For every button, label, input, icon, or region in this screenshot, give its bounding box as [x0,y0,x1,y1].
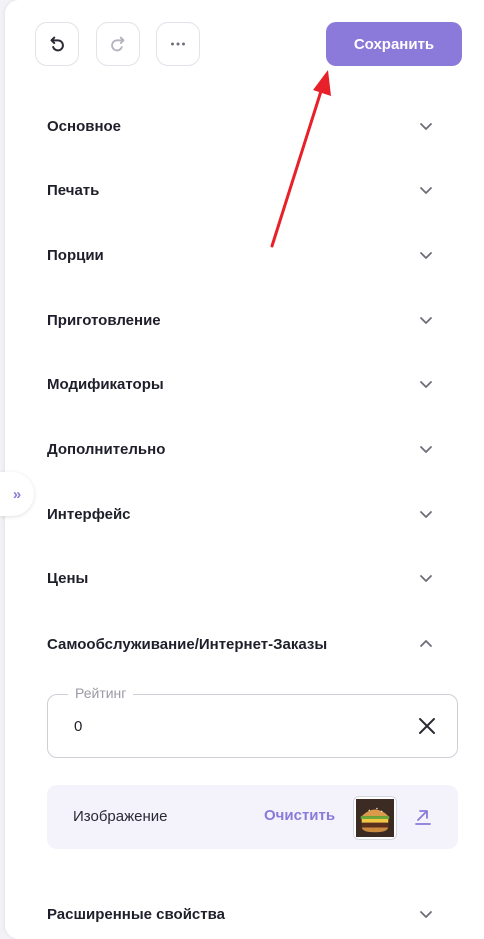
image-row: Изображение Очистить [47,785,458,849]
chevron-down-icon [416,439,436,459]
image-label: Изображение [73,808,168,825]
rating-label: Рейтинг [68,685,134,701]
clear-image-button[interactable]: Очистить [264,807,335,824]
save-button[interactable]: Сохранить [326,22,462,66]
rating-value[interactable]: 0 [74,718,82,735]
more-icon [171,42,185,46]
section-basic[interactable]: Основное [47,94,436,158]
image-thumbnail[interactable] [353,796,397,840]
section-label: Печать [47,181,100,199]
section-label: Цены [47,569,89,587]
section-label: Модификаторы [47,375,164,393]
section-label: Порции [47,246,104,264]
redo-button[interactable] [96,22,140,66]
section-print[interactable]: Печать [47,158,436,222]
section-portions[interactable]: Порции [47,223,436,287]
burger-image-icon [356,799,394,837]
undo-button[interactable] [35,22,79,66]
section-modifiers[interactable]: Модификаторы [47,352,436,416]
section-extended-properties[interactable]: Расширенные свойства [47,882,436,939]
chevron-down-icon [416,180,436,200]
chevron-down-icon [416,904,436,924]
section-label: Основное [47,117,122,135]
more-button[interactable] [156,22,200,66]
undo-icon [50,36,64,52]
section-prices[interactable]: Цены [47,546,436,610]
chevron-down-icon [416,116,436,136]
properties-panel: Сохранить Основное Печать Порции Пригото… [5,0,484,939]
section-interface[interactable]: Интерфейс [47,482,436,546]
section-additional[interactable]: Дополнительно [47,417,436,481]
chevron-down-icon [416,245,436,265]
section-label: Самообслуживание/Интернет-Заказы [47,635,328,653]
section-label: Дополнительно [47,440,166,458]
chevron-down-icon [416,568,436,588]
redo-icon [111,36,125,52]
close-icon[interactable] [417,716,437,736]
section-label: Расширенные свойства [47,905,225,923]
chevron-down-icon [416,310,436,330]
chevron-down-icon [416,504,436,524]
toolbar: Сохранить [35,22,462,67]
rating-field[interactable]: Рейтинг 0 [47,685,458,758]
chevron-up-icon [416,634,436,654]
section-self-service[interactable]: Самообслуживание/Интернет-Заказы [47,612,436,676]
section-label: Интерфейс [47,505,131,523]
double-chevron-right-icon: » [12,485,22,503]
open-external-icon[interactable] [413,807,433,827]
section-label: Приготовление [47,311,161,329]
section-cooking[interactable]: Приготовление [47,288,436,352]
chevron-down-icon [416,374,436,394]
